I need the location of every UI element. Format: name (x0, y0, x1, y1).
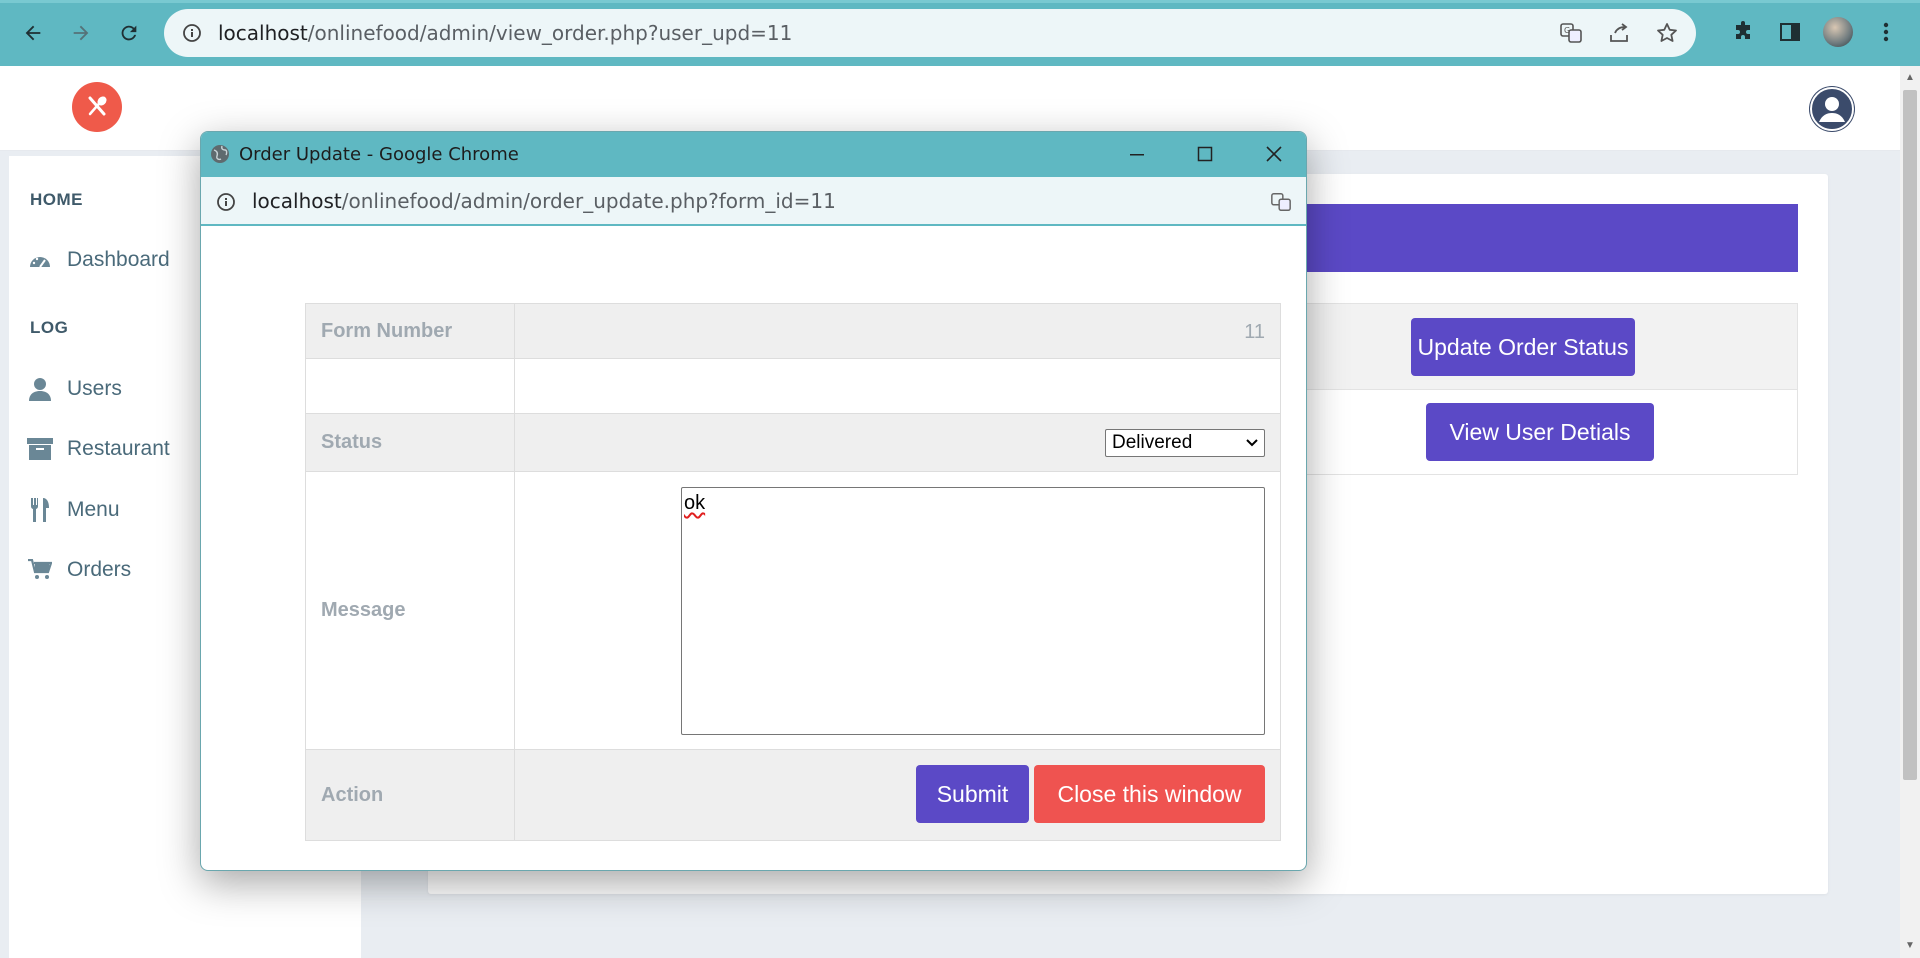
arrow-left-icon (25, 25, 41, 41)
popup-address-bar[interactable]: localhost/onlinefood/admin/order_update.… (201, 177, 1306, 226)
user-avatar-icon (1810, 87, 1854, 131)
profile-avatar (1823, 17, 1853, 47)
address-url: localhost/onlinefood/admin/view_order.ph… (218, 21, 792, 45)
sidebar-item-menu[interactable]: Menu (27, 490, 120, 530)
status-label: Status (306, 414, 515, 471)
translate-icon[interactable] (1270, 191, 1292, 213)
fork-spoon-icon (88, 96, 107, 116)
minimize-button[interactable] (1120, 139, 1154, 169)
sidebar-item-label: Dashboard (67, 248, 170, 271)
address-bar[interactable]: localhost/onlinefood/admin/view_order.ph… (164, 9, 1696, 57)
tab-strip-edge (0, 0, 1920, 3)
admin-avatar[interactable] (1809, 86, 1855, 132)
url-path: /onlinefood/admin/view_order.php?user_up… (307, 21, 793, 45)
sidebar-item-orders[interactable]: Orders (27, 550, 131, 590)
url-path: /onlinefood/admin/order_update.php?form_… (341, 189, 836, 213)
url-host: localhost (218, 21, 308, 45)
sidebar-item-dashboard[interactable]: Dashboard (27, 240, 170, 280)
reload-button[interactable] (110, 14, 148, 52)
form-row-status: Status Delivered (306, 414, 1280, 472)
sidebar-item-users[interactable]: Users (27, 369, 122, 409)
side-panel-button[interactable] (1774, 16, 1806, 48)
share-icon[interactable] (1606, 20, 1632, 46)
globe-icon (211, 145, 229, 163)
popup-window-title: Order Update - Google Chrome (239, 144, 519, 165)
info-icon (183, 24, 201, 42)
sidebar-item-label: Users (67, 377, 122, 400)
side-panel-icon (1780, 23, 1800, 41)
scroll-up-arrow[interactable]: ▲ (1903, 70, 1917, 84)
sidebar-item-restaurant[interactable]: Restaurant (27, 429, 170, 469)
form-number-value: 11 (1244, 321, 1265, 343)
extensions-button[interactable] (1727, 16, 1759, 48)
info-icon (217, 193, 235, 211)
status-selected-value: Delivered (1112, 432, 1193, 453)
form-number-label: Form Number (306, 304, 515, 358)
sidebar-item-label: Menu (67, 498, 120, 521)
popup-title-bar[interactable]: Order Update - Google Chrome (201, 132, 1306, 177)
update-order-status-button[interactable]: Update Order Status (1411, 318, 1635, 376)
message-label: Message (306, 472, 515, 749)
form-row-action: Action Submit Close this window (306, 750, 1280, 840)
maximize-icon (1197, 146, 1213, 162)
url-host: localhost (252, 189, 342, 213)
kebab-menu-icon (1883, 22, 1889, 42)
archive-icon (27, 436, 53, 462)
window-close-button[interactable] (1257, 139, 1291, 169)
form-row-form-number: Form Number 11 (306, 304, 1280, 359)
arrow-right-icon (73, 25, 89, 41)
sidebar-heading-home: HOME (30, 190, 83, 209)
reload-icon (121, 25, 137, 41)
user-icon (27, 376, 53, 402)
svg-text:G: G (1564, 26, 1570, 35)
view-user-details-button[interactable]: View User Detials (1426, 403, 1654, 461)
cart-icon (27, 557, 53, 583)
order-update-form: Form Number 11 Status Delivered Message … (305, 303, 1281, 841)
sidebar-item-label: Orders (67, 558, 132, 581)
maximize-button[interactable] (1188, 139, 1222, 169)
profile-button[interactable] (1822, 16, 1854, 48)
close-icon (1266, 146, 1282, 162)
puzzle-icon (1736, 21, 1750, 39)
status-select[interactable]: Delivered (1105, 429, 1265, 457)
submit-button[interactable]: Submit (916, 765, 1029, 823)
back-button[interactable] (14, 14, 52, 52)
forward-button[interactable] (62, 14, 100, 52)
site-logo[interactable] (72, 82, 122, 132)
cutlery-icon (27, 497, 53, 523)
form-row-message: Message ok (306, 472, 1280, 750)
sidebar-item-label: Restaurant (67, 437, 170, 460)
minimize-icon (1130, 154, 1144, 156)
message-text: ok (684, 492, 706, 514)
chevron-down-icon (1246, 439, 1258, 447)
translate-icon[interactable]: G (1558, 20, 1584, 46)
message-textarea[interactable]: ok (681, 487, 1265, 735)
form-row-empty (306, 359, 1280, 414)
close-window-button[interactable]: Close this window (1034, 765, 1265, 823)
empty-label-cell (306, 359, 515, 413)
popup-url: localhost/onlinefood/admin/order_update.… (252, 189, 836, 213)
dashboard-icon (27, 247, 53, 273)
sidebar-heading-log: LOG (30, 318, 69, 337)
action-label: Action (306, 750, 515, 840)
bookmark-star-icon[interactable] (1654, 20, 1680, 46)
scrollbar-thumb[interactable] (1903, 90, 1917, 780)
scroll-down-arrow[interactable]: ▼ (1903, 938, 1917, 952)
chrome-menu-button[interactable] (1870, 16, 1902, 48)
browser-toolbar: localhost/onlinefood/admin/view_order.ph… (0, 0, 1920, 66)
